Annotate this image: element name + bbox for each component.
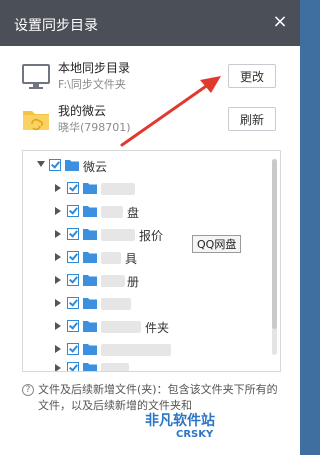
- cloud-name: 我的微云: [58, 104, 107, 118]
- dialog-title: 设置同步目录: [14, 18, 98, 34]
- folder-tree[interactable]: 微云 盘 报价 具 册 件夹: [22, 150, 281, 372]
- folder-icon: [83, 363, 97, 371]
- checkbox[interactable]: [67, 228, 79, 240]
- expand-icon[interactable]: [55, 345, 61, 353]
- blurred-label: [101, 275, 125, 287]
- scrollbar[interactable]: [272, 159, 277, 355]
- expand-icon[interactable]: [55, 276, 61, 284]
- blurred-label: [101, 344, 171, 356]
- tree-label: 件夹: [145, 321, 170, 335]
- tree-item[interactable]: [55, 360, 235, 371]
- tree-item[interactable]: [55, 180, 235, 198]
- close-button[interactable]: ×: [270, 12, 290, 32]
- blurred-label: [101, 183, 135, 195]
- expand-icon[interactable]: [55, 299, 61, 307]
- cloud-folder-icon: [23, 111, 49, 131]
- tree-item[interactable]: 盘: [55, 203, 235, 221]
- blurred-label: [101, 298, 131, 310]
- tree-root[interactable]: 微云: [37, 157, 237, 175]
- tree-label: 报价: [139, 229, 164, 243]
- checkbox[interactable]: [67, 251, 79, 263]
- folder-icon: [83, 344, 97, 355]
- local-sync-row: 本地同步目录 F:\同步文件夹 更改: [14, 58, 286, 98]
- expand-icon[interactable]: [55, 207, 61, 215]
- tree-label: 盘: [127, 206, 140, 220]
- monitor-icon: [22, 64, 50, 89]
- sync-settings-dialog: 设置同步目录 × 本地同步目录 F:\同步文件夹 更改 我的微云 晓华(7987…: [0, 0, 300, 455]
- cloud-account: 晓华(798701): [58, 121, 131, 134]
- cloud-sync-row: 我的微云 晓华(798701) 刷新: [14, 101, 286, 141]
- help-icon: ?: [22, 384, 34, 396]
- watermark-sub: CRSKY: [176, 429, 214, 440]
- scrollbar-thumb[interactable]: [272, 159, 277, 329]
- folder-icon: [83, 298, 97, 309]
- checkbox[interactable]: [67, 274, 79, 286]
- tree-item[interactable]: 件夹: [55, 318, 235, 336]
- watermark-logo: 非凡软件站: [145, 413, 215, 429]
- tree-label: 微云: [83, 160, 108, 174]
- tree-item[interactable]: [55, 295, 235, 313]
- local-sync-label: 本地同步目录: [58, 61, 131, 75]
- checkbox[interactable]: [67, 205, 79, 217]
- folder-icon: [65, 160, 79, 171]
- checkbox[interactable]: [67, 343, 79, 355]
- tree-item[interactable]: [55, 341, 235, 359]
- blurred-label: [101, 229, 135, 241]
- blurred-label: [101, 363, 129, 371]
- change-folder-button[interactable]: 更改: [228, 64, 276, 88]
- expand-icon[interactable]: [55, 253, 61, 261]
- folder-icon: [83, 229, 97, 240]
- expand-icon[interactable]: [55, 322, 61, 330]
- checkbox[interactable]: [49, 159, 61, 171]
- local-sync-path: F:\同步文件夹: [58, 78, 126, 91]
- expand-icon[interactable]: [55, 184, 61, 192]
- folder-icon: [83, 206, 97, 217]
- folder-icon: [83, 183, 97, 194]
- checkbox[interactable]: [67, 182, 79, 194]
- title-bar: 设置同步目录 ×: [0, 0, 300, 46]
- tree-label: 册: [127, 275, 140, 289]
- folder-icon: [83, 275, 97, 286]
- blurred-label: [101, 206, 123, 218]
- blurred-label: [101, 252, 121, 264]
- tree-item[interactable]: 册: [55, 272, 235, 290]
- checkbox[interactable]: [67, 297, 79, 309]
- folder-icon: [83, 252, 97, 263]
- tree-label: 具: [125, 252, 138, 266]
- checkbox[interactable]: [67, 320, 79, 332]
- collapse-icon[interactable]: [37, 161, 45, 167]
- checkbox[interactable]: [67, 362, 79, 371]
- refresh-button[interactable]: 刷新: [228, 107, 276, 131]
- blurred-label: [101, 321, 141, 333]
- tooltip: QQ网盘: [192, 235, 242, 253]
- expand-icon[interactable]: [55, 364, 61, 371]
- folder-icon: [83, 321, 97, 332]
- expand-icon[interactable]: [55, 230, 61, 238]
